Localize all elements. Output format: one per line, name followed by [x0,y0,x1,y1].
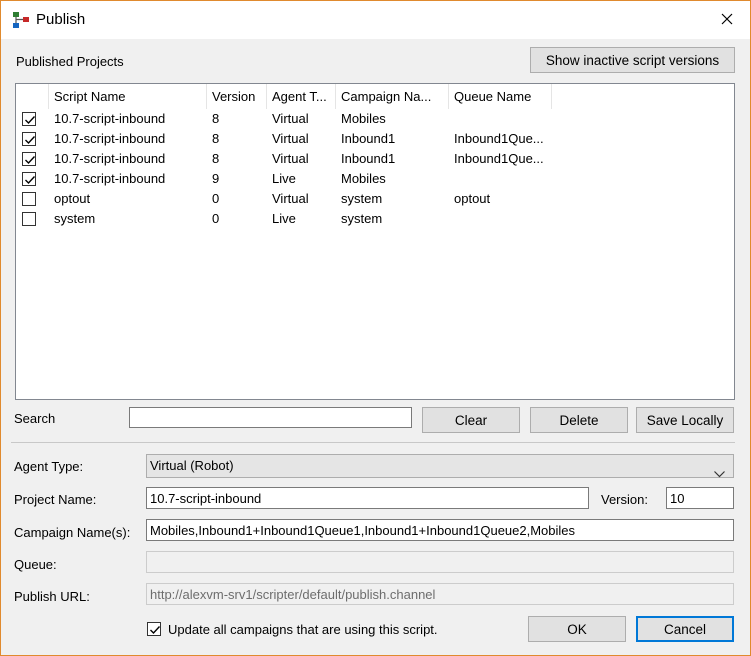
cell-agent-type: Virtual [272,131,309,146]
cell-queue: Inbound1Que... [454,131,544,146]
row-checkbox[interactable] [22,212,36,226]
version-label: Version: [601,492,648,507]
update-all-campaigns-checkbox[interactable] [147,622,161,636]
cell-agent-type: Virtual [272,111,309,126]
cell-version: 9 [212,171,220,186]
ok-button[interactable]: OK [528,616,626,642]
cell-script-name: 10.7-script-inbound [54,111,166,126]
table-row[interactable]: 10.7-script-inbound 8 Virtual Inbound1 I… [16,129,734,149]
update-all-campaigns-label[interactable]: Update all campaigns that are using this… [168,622,438,637]
cell-queue: optout [454,191,491,206]
agent-type-value: Virtual (Robot) [150,458,234,473]
project-name-input[interactable] [146,487,589,509]
cell-version: 0 [212,211,220,226]
checkmark-icon [25,156,36,165]
row-checkbox[interactable] [22,152,36,166]
list-header: Script Name Version Agent T... Campaign … [16,84,734,109]
queue-input [146,551,734,573]
column-header-check[interactable] [16,84,49,109]
project-name-label: Project Name: [14,492,97,507]
cell-campaign: Mobiles [341,171,386,186]
agent-type-select[interactable]: Virtual (Robot) [146,454,734,478]
column-header-campaign-name[interactable]: Campaign Na... [336,84,449,109]
show-inactive-versions-button[interactable]: Show inactive script versions [530,47,735,73]
cell-version: 0 [212,191,220,206]
table-row[interactable]: 10.7-script-inbound 9 Live Mobiles [16,169,734,189]
cell-script-name: optout [54,191,91,206]
cell-script-name: 10.7-script-inbound [54,171,166,186]
cell-queue: Inbound1Que... [454,151,544,166]
cell-queue [449,109,552,129]
table-row[interactable]: system 0 Live system [16,209,734,229]
cell-campaign: Inbound1 [341,151,396,166]
cell-script-name: 10.7-script-inbound [54,131,166,146]
checkmark-icon [150,626,161,635]
title-bar: Publish [1,1,750,39]
queue-label: Queue: [14,557,57,572]
table-row[interactable]: 10.7-script-inbound 8 Virtual Mobiles [16,109,734,129]
cell-version: 8 [212,131,220,146]
delete-button[interactable]: Delete [530,407,628,433]
save-locally-button[interactable]: Save Locally [636,407,734,433]
app-flowchart-icon [12,11,30,29]
cell-queue [449,169,552,189]
cell-campaign: system [341,211,383,226]
cancel-button[interactable]: Cancel [636,616,734,642]
checkmark-icon [25,176,36,185]
section-divider [11,442,735,443]
cell-campaign: system [341,191,383,206]
search-input[interactable] [129,407,412,428]
publish-url-input [146,583,734,605]
column-header-agent-type[interactable]: Agent T... [267,84,336,109]
window-title: Publish [36,11,86,28]
chevron-down-icon [714,463,725,485]
publish-dialog: Publish Published Projects Show inactive… [0,0,751,656]
cell-version: 8 [212,151,220,166]
cell-agent-type: Virtual [272,191,309,206]
campaign-names-label: Campaign Name(s): [14,525,131,540]
cell-agent-type: Virtual [272,151,309,166]
table-row[interactable]: 10.7-script-inbound 8 Virtual Inbound1 I… [16,149,734,169]
close-icon [721,13,733,28]
published-projects-list[interactable]: Script Name Version Agent T... Campaign … [15,83,735,400]
cell-campaign: Inbound1 [341,131,396,146]
cell-campaign: Mobiles [341,111,386,126]
column-header-script-name[interactable]: Script Name [49,84,207,109]
row-checkbox[interactable] [22,112,36,126]
column-header-queue-name[interactable]: Queue Name [449,84,552,109]
campaign-names-input[interactable] [146,519,734,541]
cell-agent-type: Live [272,171,296,186]
published-projects-title: Published Projects [16,54,124,69]
table-row[interactable]: optout 0 Virtual system optout [16,189,734,209]
cell-agent-type: Live [272,211,296,226]
row-checkbox[interactable] [22,132,36,146]
search-label: Search [14,411,56,426]
cell-script-name: 10.7-script-inbound [54,151,166,166]
cell-version: 8 [212,111,220,126]
checkmark-icon [25,136,36,145]
publish-url-label: Publish URL: [14,589,90,604]
cell-queue [449,209,552,229]
checkmark-icon [25,116,36,125]
row-checkbox[interactable] [22,172,36,186]
column-header-version[interactable]: Version [207,84,267,109]
version-input[interactable] [666,487,734,509]
clear-button[interactable]: Clear [422,407,520,433]
cell-script-name: system [54,211,96,226]
agent-type-label: Agent Type: [14,459,84,474]
close-button[interactable] [704,1,750,39]
row-checkbox[interactable] [22,192,36,206]
